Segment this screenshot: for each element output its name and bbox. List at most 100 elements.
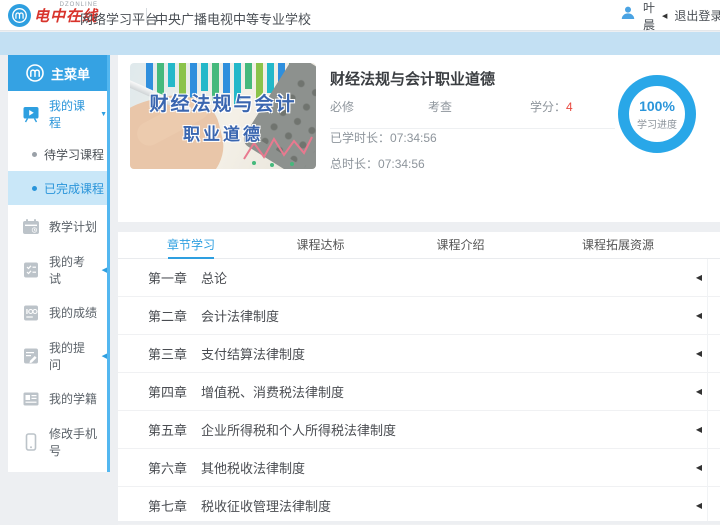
chevron-left-icon[interactable]: ◀ [696,273,702,282]
sidebar-item-my-questions[interactable]: 我的提问 ◀ [8,334,107,377]
sidebar-title: 主菜单 [51,64,90,83]
chevron-left-icon[interactable]: ◀ [696,387,702,396]
chapter-title: 企业所得税和个人所得税法律制度 [201,420,396,439]
chapter-row-6[interactable]: 第六章 其他税收法律制度 ◀ [118,449,720,487]
sidebar-item-label: 我的考试 [49,253,93,287]
sidebar-item-label: 我的学籍 [49,390,97,407]
cover-title: 财经法规与会计 职业道德 [130,89,316,145]
chevron-left-icon: ◀ [102,352,107,360]
logout-button[interactable]: 退出登录 [674,7,720,24]
total-duration-label: 总时长： [330,157,378,171]
credit-value: 4 [566,100,573,114]
chapter-number: 第五章 [148,420,187,439]
progress-percent: 100% [639,98,675,114]
sidebar-subitem-label: 待学习课程 [44,146,104,163]
sidebar-header: 主菜单 [8,55,107,91]
sidebar-item-teaching-plan[interactable]: 教学计划 [8,205,107,248]
progress-label: 学习进度 [637,116,677,131]
chevron-left-icon[interactable]: ◀ [696,425,702,434]
sidebar-item-label: 我的提问 [49,339,93,373]
chapter-number: 第三章 [148,344,187,363]
chapter-title: 增值税、消费税法律制度 [201,382,344,401]
chevron-left-icon: ◀ [102,266,107,274]
studied-duration-label: 已学时长： [330,131,390,145]
id-card-icon [21,389,41,409]
chapter-row-1[interactable]: 第一章 总论 ◀ [118,259,720,297]
chapter-row-7[interactable]: 第七章 税收征收管理法律制度 ◀ [118,487,720,525]
chapter-row-3[interactable]: 第三章 支付结算法律制度 ◀ [118,335,720,373]
course-meta-row: 必修 考查 学分：4 [330,98,615,129]
cover-title-line2: 职业道德 [130,120,316,145]
credit-label: 学分： [530,100,566,114]
studied-duration-value: 07:34:56 [390,131,437,145]
exam-icon [21,260,41,280]
sidebar-item-my-courses[interactable]: 我的课程 ▼ [8,91,107,137]
course-title: 财经法规与会计职业道德 [330,68,495,89]
scrollbar-track[interactable] [707,259,708,521]
sidebar-subitem-completed-courses[interactable]: 已完成课程 [8,171,107,205]
user-dropdown-icon[interactable]: ◀ [662,12,667,20]
total-duration: 总时长：07:34:56 [330,155,425,172]
sidebar-item-my-grades[interactable]: 我的成绩 [8,291,107,334]
progress-ring: 100% 学习进度 [618,75,696,153]
chapter-number: 第六章 [148,458,187,477]
course-detail-card: 章节学习 课程达标 课程介绍 课程拓展资源 第一章 总论 ◀ 第二章 会计法律制… [118,232,720,521]
cover-title-line1: 财经法规与会计 [130,89,316,116]
header-divider [146,8,147,23]
studied-duration: 已学时长：07:34:56 [330,129,437,146]
sidebar-item-label: 教学计划 [49,218,97,235]
page-band [0,32,720,55]
chapter-title: 总论 [201,268,227,287]
question-edit-icon [21,346,41,366]
course-credit: 学分：4 [530,98,573,115]
sidebar-item-change-phone[interactable]: 修改手机号 [8,420,107,463]
chapter-title: 其他税收法律制度 [201,458,305,477]
course-cover-image[interactable]: 财经法规与会计 职业道德 [130,63,316,169]
chevron-left-icon[interactable]: ◀ [696,349,702,358]
chapter-number: 第四章 [148,382,187,401]
sidebar-item-label: 我的课程 [49,97,90,131]
course-type: 必修 [330,98,428,115]
tab-bar: 章节学习 课程达标 课程介绍 课程拓展资源 [118,232,720,259]
tab-course-resources[interactable]: 课程拓展资源 [563,232,673,258]
chapter-number: 第七章 [148,496,187,515]
bullet-icon [32,186,37,191]
sidebar-item-label: 我的成绩 [49,304,97,321]
school-name: 中央广播电视中等专业学校 [155,9,311,28]
user-name[interactable]: 叶晨 [643,0,655,33]
chapter-number: 第一章 [148,268,187,287]
chevron-left-icon[interactable]: ◀ [696,463,702,472]
sidebar-subitem-pending-courses[interactable]: 待学习课程 [8,137,107,171]
chevron-left-icon[interactable]: ◀ [696,311,702,320]
chevron-down-icon: ▼ [100,111,107,118]
tab-course-standards[interactable]: 课程达标 [278,232,363,258]
score-icon [21,303,41,323]
chapter-row-4[interactable]: 第四章 增值税、消费税法律制度 ◀ [118,373,720,411]
chapter-title: 会计法律制度 [201,306,279,325]
tab-chapter-study[interactable]: 章节学习 [146,232,236,258]
chapter-row-5[interactable]: 第五章 企业所得税和个人所得税法律制度 ◀ [118,411,720,449]
course-assessment: 考查 [428,98,530,115]
sidebar-subitem-label: 已完成课程 [44,180,104,197]
chapter-title: 支付结算法律制度 [201,344,305,363]
tab-course-intro[interactable]: 课程介绍 [418,232,503,258]
phone-icon [21,432,41,452]
sidebar-item-label: 修改手机号 [49,425,107,459]
sidebar-item-my-exams[interactable]: 我的考试 ◀ [8,248,107,291]
user-area: 叶晨 ◀ 退出登录 [620,0,720,31]
chapter-row-2[interactable]: 第二章 会计法律制度 ◀ [118,297,720,335]
user-avatar-icon[interactable] [620,5,636,26]
sidebar: 主菜单 我的课程 ▼ 待学习课程 已完成课程 教学计划 [8,55,110,472]
total-duration-value: 07:34:56 [378,157,425,171]
calendar-icon [21,217,41,237]
brand-logo-icon [8,4,31,27]
chapter-title: 税收征收管理法律制度 [201,496,331,515]
courses-icon [21,104,41,124]
top-header: DZONLINE 电中在线 网络学习平台 中央广播电视中等专业学校 叶晨 ◀ 退… [0,0,720,31]
course-summary-card: 财经法规与会计 职业道德 财经法规与会计职业道德 必修 考查 学分：4 已学时长… [118,55,720,222]
main-menu-logo-icon [25,63,45,83]
bullet-icon [32,152,37,157]
chevron-left-icon[interactable]: ◀ [696,501,702,510]
chapter-number: 第二章 [148,306,187,325]
sidebar-item-student-record[interactable]: 我的学籍 [8,377,107,420]
